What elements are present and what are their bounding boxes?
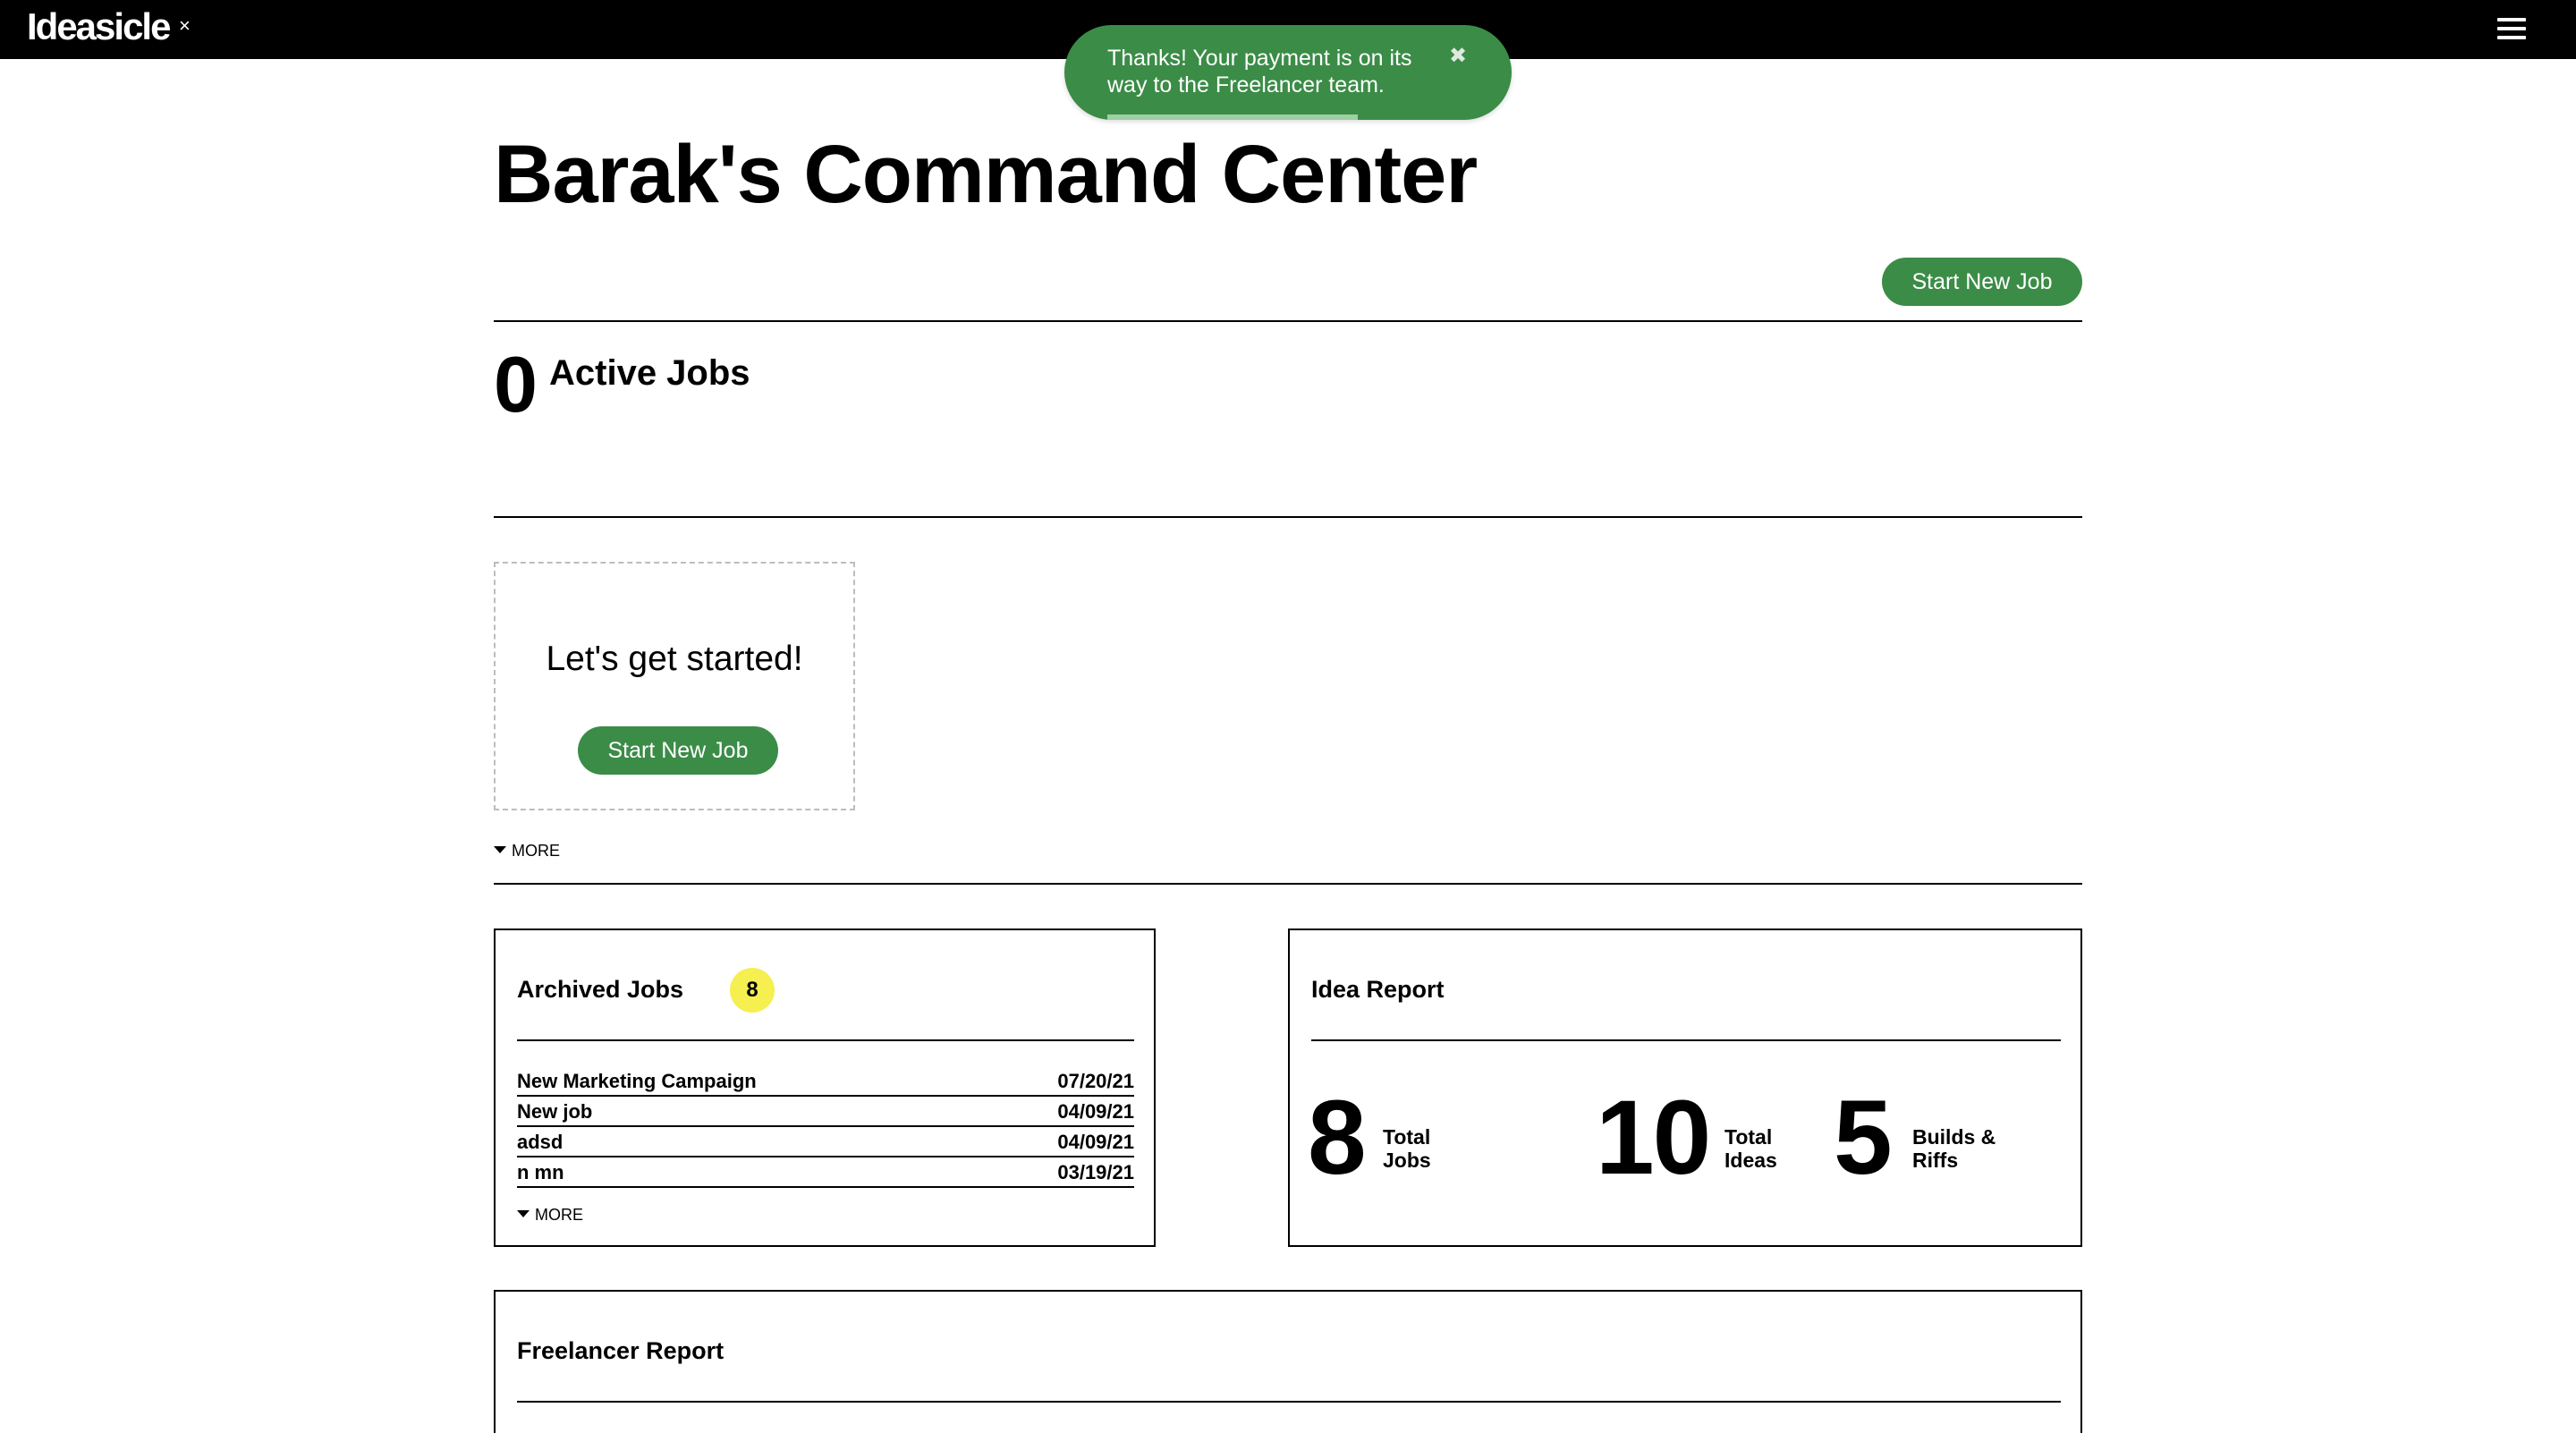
hamburger-menu-icon[interactable]	[2497, 18, 2526, 39]
archived-jobs-panel: Archived Jobs 8 New Marketing Campaign 0…	[494, 928, 1156, 1247]
get-started-title: Let's get started!	[546, 640, 803, 678]
app-logo[interactable]: Ideasicle	[27, 4, 171, 50]
archived-jobs-title: Archived Jobs	[517, 976, 684, 1003]
divider	[494, 883, 2082, 885]
divider	[494, 320, 2082, 322]
panel-divider	[517, 1401, 2061, 1403]
active-jobs-label: Active Jobs	[549, 353, 750, 393]
page-title: Barak's Command Center	[494, 129, 1478, 220]
panel-divider	[1311, 1039, 2061, 1041]
job-date: 07/20/21	[1057, 1070, 1134, 1092]
archived-job-row[interactable]: n mn 03/19/21	[517, 1157, 1134, 1188]
archived-job-row[interactable]: New job 04/09/21	[517, 1097, 1134, 1127]
total-jobs-label: Total Jobs	[1383, 1125, 1431, 1172]
job-date: 04/09/21	[1057, 1131, 1134, 1153]
idea-report-title: Idea Report	[1311, 976, 1445, 1003]
caret-down-icon	[494, 846, 506, 854]
archived-count-badge: 8	[730, 968, 775, 1013]
toast-progress-bar	[1107, 114, 1358, 120]
freelancer-report-panel: Freelancer Report	[494, 1290, 2082, 1433]
job-name: New Marketing Campaign	[517, 1070, 757, 1092]
job-date: 04/09/21	[1057, 1100, 1134, 1123]
total-jobs-value: 8	[1308, 1079, 1367, 1197]
job-name: n mn	[517, 1161, 564, 1183]
archived-job-row[interactable]: New Marketing Campaign 07/20/21	[517, 1066, 1134, 1097]
card-start-new-job-button[interactable]: Start New Job	[578, 726, 778, 775]
active-jobs-count: 0	[494, 340, 538, 428]
archived-job-row[interactable]: adsd 04/09/21	[517, 1127, 1134, 1157]
toast-message: Thanks! Your payment is on its way to th…	[1107, 46, 1412, 98]
idea-report-panel: Idea Report 8 Total Jobs 10 Total Ideas 5 …	[1288, 928, 2082, 1247]
caret-down-icon	[517, 1210, 530, 1218]
start-new-job-button[interactable]: Start New Job	[1882, 258, 2082, 306]
more-label: MORE	[535, 1206, 583, 1224]
job-name: New job	[517, 1100, 593, 1123]
builds-riffs-value: 5	[1834, 1079, 1893, 1197]
freelancer-report-title: Freelancer Report	[517, 1337, 724, 1364]
payment-toast: Thanks! Your payment is on its way to th…	[1064, 25, 1512, 120]
archived-jobs-more-toggle[interactable]: MORE	[517, 1205, 583, 1225]
builds-riffs-label: Builds & Riffs	[1912, 1125, 1996, 1172]
toast-close-icon[interactable]: ✖	[1449, 43, 1467, 69]
job-name: adsd	[517, 1131, 564, 1153]
active-jobs-more-toggle[interactable]: MORE	[494, 841, 560, 861]
total-ideas-value: 10	[1596, 1079, 1711, 1197]
get-started-card: Let's get started! Start New Job	[494, 562, 855, 810]
panel-divider	[517, 1039, 1134, 1041]
total-ideas-label: Total Ideas	[1724, 1125, 1777, 1172]
job-date: 03/19/21	[1057, 1161, 1134, 1183]
more-label: MORE	[512, 842, 560, 860]
divider	[494, 516, 2082, 518]
close-icon[interactable]: ×	[179, 13, 191, 39]
